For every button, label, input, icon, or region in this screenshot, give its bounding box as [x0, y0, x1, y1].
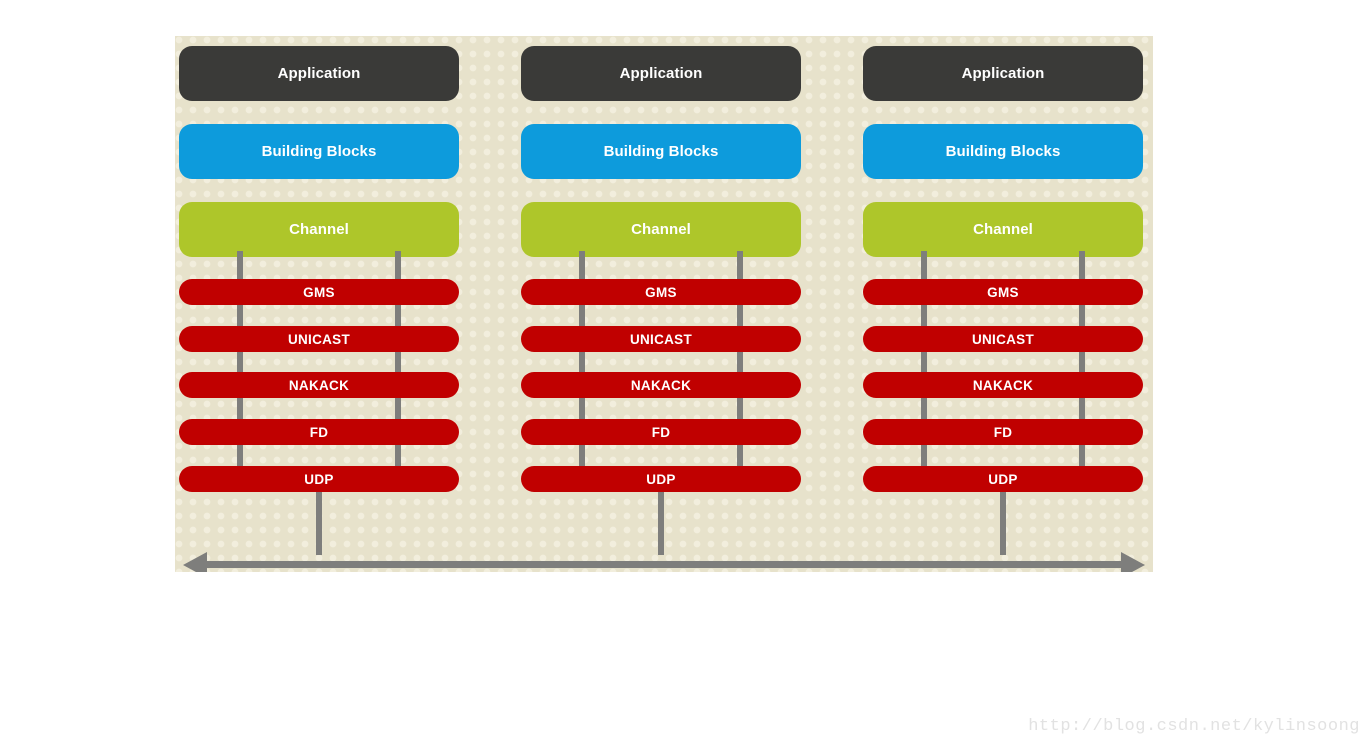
protocol-gms[interactable]: GMS	[179, 279, 459, 305]
page-root: Application Building Blocks Channel GMS …	[0, 0, 1366, 742]
protocol-udp[interactable]: UDP	[521, 466, 801, 492]
layer-building-blocks[interactable]: Building Blocks	[521, 124, 801, 179]
layer-application[interactable]: Application	[863, 46, 1143, 101]
layer-building-blocks[interactable]: Building Blocks	[863, 124, 1143, 179]
layer-channel[interactable]: Channel	[179, 202, 459, 257]
protocol-nakack[interactable]: NAKACK	[179, 372, 459, 398]
protocol-unicast[interactable]: UNICAST	[863, 326, 1143, 352]
protocol-fd[interactable]: FD	[863, 419, 1143, 445]
protocol-udp[interactable]: UDP	[863, 466, 1143, 492]
layer-application[interactable]: Application	[521, 46, 801, 101]
protocol-unicast[interactable]: UNICAST	[179, 326, 459, 352]
bus-arrow-right-icon	[1121, 552, 1145, 572]
protocol-nakack[interactable]: NAKACK	[521, 372, 801, 398]
protocol-udp[interactable]: UDP	[179, 466, 459, 492]
protocol-nakack[interactable]: NAKACK	[863, 372, 1143, 398]
bus-arrow-left-icon	[183, 552, 207, 572]
protocol-fd[interactable]: FD	[521, 419, 801, 445]
node-column-3: Application Building Blocks Channel GMS …	[863, 36, 1143, 572]
layer-application[interactable]: Application	[179, 46, 459, 101]
bus-line	[205, 561, 1123, 568]
layer-channel[interactable]: Channel	[521, 202, 801, 257]
stack-diagram-panel: Application Building Blocks Channel GMS …	[175, 36, 1153, 572]
layer-building-blocks[interactable]: Building Blocks	[179, 124, 459, 179]
protocol-unicast[interactable]: UNICAST	[521, 326, 801, 352]
watermark-text: http://blog.csdn.net/kylinsoong	[1028, 717, 1360, 736]
protocol-gms[interactable]: GMS	[521, 279, 801, 305]
protocol-fd[interactable]: FD	[179, 419, 459, 445]
node-column-2: Application Building Blocks Channel GMS …	[521, 36, 801, 572]
network-bus	[183, 552, 1145, 572]
protocol-gms[interactable]: GMS	[863, 279, 1143, 305]
layer-channel[interactable]: Channel	[863, 202, 1143, 257]
node-column-1: Application Building Blocks Channel GMS …	[179, 36, 459, 572]
